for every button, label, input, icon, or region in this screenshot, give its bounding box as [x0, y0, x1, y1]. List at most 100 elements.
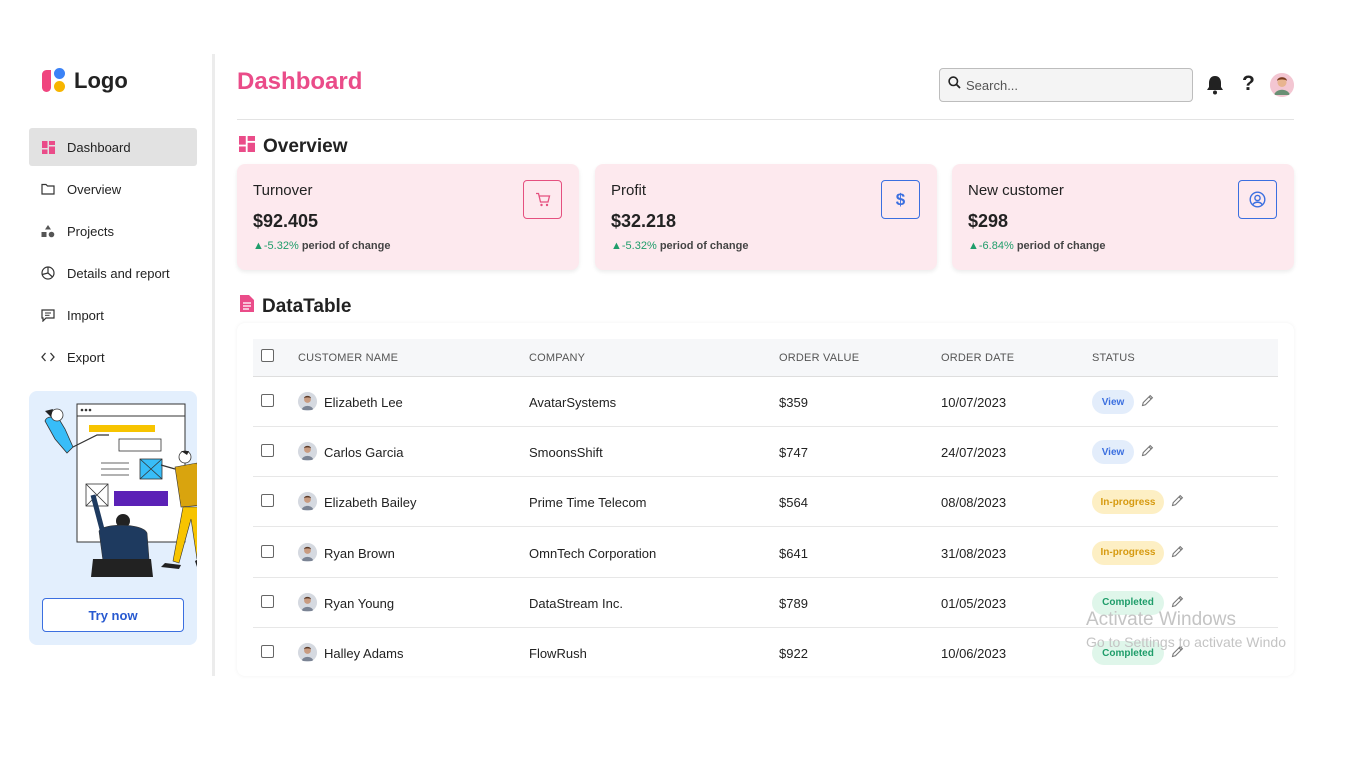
table-header: CUSTOMER NAME COMPANY ORDER VALUE ORDER …: [253, 339, 1278, 377]
edit-pencil-icon[interactable]: [1171, 545, 1184, 563]
notification-bell-icon[interactable]: [1205, 74, 1225, 100]
sidebar-item-projects[interactable]: Projects: [29, 212, 197, 250]
company-name: AvatarSystems: [529, 395, 617, 410]
row-checkbox[interactable]: [261, 394, 274, 407]
search-icon: [948, 76, 961, 94]
column-header[interactable]: ORDER DATE: [941, 352, 1014, 364]
card-value: $298: [968, 211, 1009, 231]
folder-icon: [41, 182, 55, 196]
row-checkbox[interactable]: [261, 544, 274, 558]
user-circle-icon[interactable]: [1238, 180, 1277, 219]
status-badge[interactable]: In-progress: [1092, 540, 1164, 565]
customer-avatar: [298, 492, 317, 512]
new-customer-card: New customer $298 ▲-6.84% period of chan…: [952, 164, 1294, 270]
select-all-checkbox[interactable]: [261, 349, 274, 362]
customer-avatar: [298, 592, 317, 612]
logo-mark-icon: [42, 68, 68, 94]
dashboard-grid-icon: [41, 140, 55, 154]
column-header[interactable]: STATUS: [1092, 352, 1135, 364]
change-percent: -5.32%: [621, 240, 657, 252]
dollar-icon[interactable]: $: [881, 180, 920, 219]
table-row[interactable]: Carlos Garcia SmoonsShift $747 24/07/2023 Vi…: [253, 427, 1278, 478]
sidebar: Logo Dashboard Overview Projects Details…: [0, 54, 215, 676]
row-checkbox[interactable]: [261, 494, 274, 508]
logo[interactable]: Logo: [42, 68, 128, 94]
change-percent: -6.84%: [978, 240, 1014, 252]
dashboard-grid-icon: [239, 136, 255, 158]
sidebar-item-import[interactable]: Import: [29, 296, 197, 334]
status-badge[interactable]: In-progress: [1092, 490, 1164, 515]
cart-icon[interactable]: [523, 180, 562, 219]
column-header[interactable]: COMPANY: [529, 352, 585, 364]
code-icon: [41, 350, 55, 364]
help-icon[interactable]: ?: [1242, 72, 1255, 96]
company-name: Prime Time Telecom: [529, 495, 647, 511]
user-avatar[interactable]: [1270, 73, 1294, 97]
order-value: $789: [779, 595, 808, 611]
card-label: Profit: [611, 182, 647, 199]
sidebar-item-overview[interactable]: Overview: [29, 170, 197, 208]
search-input[interactable]: [966, 77, 1166, 93]
change-arrow-up-icon: ▲: [968, 240, 979, 252]
pie-chart-icon: [41, 266, 55, 280]
sidebar-item-details-and-report[interactable]: Details and report: [29, 254, 197, 292]
sidebar-item-label: Projects: [67, 223, 114, 239]
customer-name: Halley Adams: [324, 646, 404, 661]
company-name: OmnTech Corporation: [529, 545, 657, 561]
card-value: $92.405: [253, 211, 319, 231]
datatable-title: DataTable: [262, 295, 352, 317]
table-row[interactable]: Elizabeth Lee AvatarSystems $359 10/07/2023…: [253, 377, 1278, 427]
profit-card: Profit $32.218 ▲-5.32% period of change …: [595, 164, 937, 270]
row-checkbox[interactable]: [261, 594, 274, 608]
order-date: 31/08/2023: [941, 545, 1007, 561]
column-header[interactable]: ORDER VALUE: [779, 352, 859, 364]
turnover-card: Turnover $92.405 ▲-5.32% period of chang…: [237, 164, 579, 270]
order-value: $922: [779, 646, 808, 661]
order-date: 08/08/2023: [941, 495, 1007, 511]
order-value: $564: [779, 495, 808, 511]
company-name: SmoonsShift: [529, 445, 603, 461]
promo-card: Try now: [29, 391, 197, 645]
column-header[interactable]: CUSTOMER NAME: [298, 352, 398, 364]
status-badge[interactable]: View: [1092, 390, 1134, 414]
overview-heading: Overview: [239, 136, 348, 158]
try-now-button[interactable]: Try now: [42, 598, 184, 632]
sidebar-item-dashboard[interactable]: Dashboard: [29, 128, 197, 166]
change-text: period of change: [1016, 240, 1106, 252]
shapes-icon: [41, 224, 55, 238]
team-illustration: [44, 403, 197, 577]
customer-avatar: [298, 643, 317, 662]
table-row[interactable]: Ryan Brown OmnTech Corporation $641 31/08/2…: [253, 528, 1278, 578]
customer-avatar: [298, 442, 317, 462]
status-badge[interactable]: View: [1092, 440, 1134, 465]
order-value: $359: [779, 395, 808, 410]
edit-pencil-icon[interactable]: [1141, 394, 1154, 412]
customer-avatar: [298, 542, 317, 562]
customer-name: Elizabeth Lee: [324, 395, 403, 410]
header-divider: [237, 119, 1294, 120]
sidebar-item-export[interactable]: Export: [29, 338, 197, 376]
card-label: Turnover: [253, 182, 313, 199]
change-text: period of change: [301, 240, 391, 252]
activation-watermark-subtitle: Go to Settings to activate Windo: [1086, 634, 1286, 650]
change-text: period of change: [659, 240, 749, 252]
document-icon: [240, 295, 254, 318]
row-checkbox[interactable]: [261, 444, 274, 458]
sidebar-item-label: Details and report: [67, 265, 170, 281]
card-change: ▲-6.84% period of change: [968, 240, 1105, 252]
customer-name: Ryan Young: [324, 595, 395, 611]
card-value: $32.218: [611, 211, 677, 231]
table-row[interactable]: Elizabeth Bailey Prime Time Telecom $564 08…: [253, 477, 1278, 528]
search-box[interactable]: [939, 68, 1193, 102]
datatable-heading: DataTable: [240, 295, 351, 318]
change-arrow-up-icon: ▲: [611, 240, 622, 252]
logo-text: Logo: [74, 68, 128, 93]
company-name: FlowRush: [529, 646, 587, 661]
activation-watermark-title: Activate Windows: [1086, 609, 1236, 630]
edit-pencil-icon[interactable]: [1171, 494, 1184, 512]
order-value: $747: [779, 445, 808, 461]
company-name: DataStream Inc.: [529, 595, 623, 611]
row-checkbox[interactable]: [261, 645, 274, 658]
edit-pencil-icon[interactable]: [1141, 444, 1154, 462]
order-date: 01/05/2023: [941, 595, 1007, 611]
